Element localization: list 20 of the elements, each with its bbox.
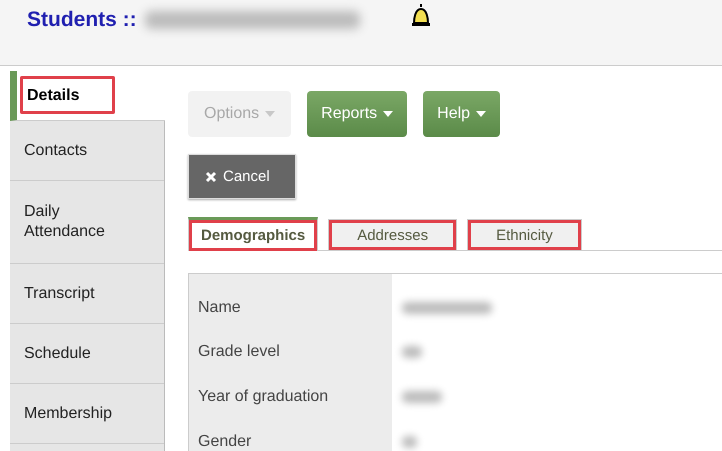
sidebar-item[interactable]: Schedule	[10, 324, 164, 384]
sidebar-item[interactable]: Membership	[10, 384, 164, 444]
field-label: Year of graduation	[188, 374, 392, 419]
sidebar-item[interactable]: Details	[10, 71, 165, 121]
sidebar-item[interactable]: Contacts	[10, 121, 164, 181]
sidebar-item[interactable]: Daily Attendance	[10, 181, 164, 264]
field-label: Name	[188, 274, 392, 329]
tab[interactable]: Ethnicity	[467, 219, 582, 250]
caret-icon	[265, 111, 276, 117]
bell-icon[interactable]	[410, 2, 432, 28]
page-title: Students ::	[27, 8, 137, 32]
caret-icon	[476, 111, 486, 117]
field-label: Grade level	[188, 329, 392, 374]
field-label: Gender	[188, 419, 392, 451]
caret-icon	[383, 111, 394, 117]
tab[interactable]: Addresses	[328, 219, 458, 250]
tab[interactable]: Demographics	[188, 217, 318, 251]
sidebar-item[interactable]: Transcript	[10, 264, 164, 324]
close-icon	[205, 170, 217, 182]
cancel-button[interactable]: Cancel	[188, 154, 296, 199]
